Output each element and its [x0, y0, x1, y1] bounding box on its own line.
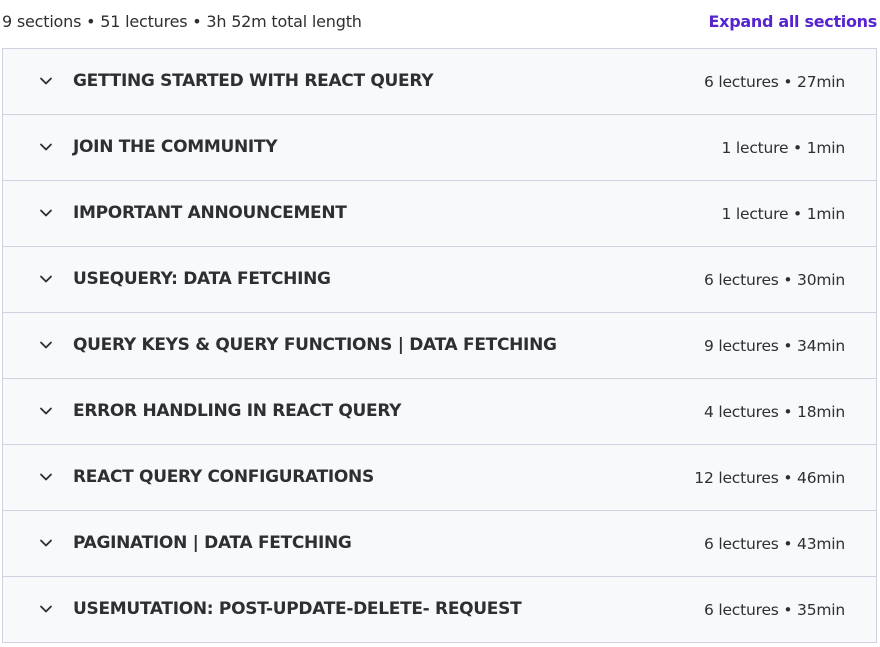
curriculum-sections-list: GETTING STARTED WITH REACT QUERY 6 lectu…	[2, 48, 877, 643]
section-meta: 6 lectures • 35min	[703, 601, 845, 619]
section-meta: 6 lectures • 30min	[703, 271, 845, 289]
chevron-down-icon	[39, 206, 53, 220]
section-title: USEMUTATION: POST-UPDATE-DELETE- REQUEST	[73, 599, 522, 619]
section-meta: 12 lectures • 46min	[694, 469, 845, 487]
section-row[interactable]: PAGINATION | DATA FETCHING 6 lectures • …	[3, 511, 876, 577]
section-title: GETTING STARTED WITH REACT QUERY	[73, 71, 434, 91]
section-meta: 1 lecture • 1min	[721, 139, 845, 157]
section-title: QUERY KEYS & QUERY FUNCTIONS | DATA FETC…	[73, 335, 557, 355]
section-row[interactable]: JOIN THE COMMUNITY 1 lecture • 1min	[3, 115, 876, 181]
expand-all-sections-button[interactable]: Expand all sections	[709, 12, 878, 32]
section-title: USEQUERY: DATA FETCHING	[73, 269, 331, 289]
chevron-down-icon	[39, 470, 53, 484]
curriculum-summary-bar: 9 sections • 51 lectures • 3h 52m total …	[0, 0, 880, 44]
section-title: IMPORTANT ANNOUNCEMENT	[73, 203, 347, 223]
chevron-down-icon	[39, 74, 53, 88]
section-meta: 4 lectures • 18min	[703, 403, 845, 421]
chevron-down-icon	[39, 602, 53, 616]
section-row[interactable]: USEQUERY: DATA FETCHING 6 lectures • 30m…	[3, 247, 876, 313]
section-row[interactable]: GETTING STARTED WITH REACT QUERY 6 lectu…	[3, 49, 876, 115]
section-row[interactable]: QUERY KEYS & QUERY FUNCTIONS | DATA FETC…	[3, 313, 876, 379]
section-meta: 1 lecture • 1min	[721, 205, 845, 223]
section-meta: 9 lectures • 34min	[703, 337, 845, 355]
section-title: ERROR HANDLING IN REACT QUERY	[73, 401, 402, 421]
chevron-down-icon	[39, 140, 53, 154]
section-row[interactable]: IMPORTANT ANNOUNCEMENT 1 lecture • 1min	[3, 181, 876, 247]
section-row[interactable]: USEMUTATION: POST-UPDATE-DELETE- REQUEST…	[3, 577, 876, 642]
section-title: PAGINATION | DATA FETCHING	[73, 533, 352, 553]
section-meta: 6 lectures • 27min	[703, 73, 845, 91]
chevron-down-icon	[39, 536, 53, 550]
section-title: REACT QUERY CONFIGURATIONS	[73, 467, 374, 487]
section-title: JOIN THE COMMUNITY	[73, 137, 278, 157]
chevron-down-icon	[39, 404, 53, 418]
chevron-down-icon	[39, 338, 53, 352]
section-row[interactable]: ERROR HANDLING IN REACT QUERY 4 lectures…	[3, 379, 876, 445]
curriculum-summary-text: 9 sections • 51 lectures • 3h 52m total …	[2, 12, 362, 31]
section-row[interactable]: REACT QUERY CONFIGURATIONS 12 lectures •…	[3, 445, 876, 511]
chevron-down-icon	[39, 272, 53, 286]
section-meta: 6 lectures • 43min	[703, 535, 845, 553]
